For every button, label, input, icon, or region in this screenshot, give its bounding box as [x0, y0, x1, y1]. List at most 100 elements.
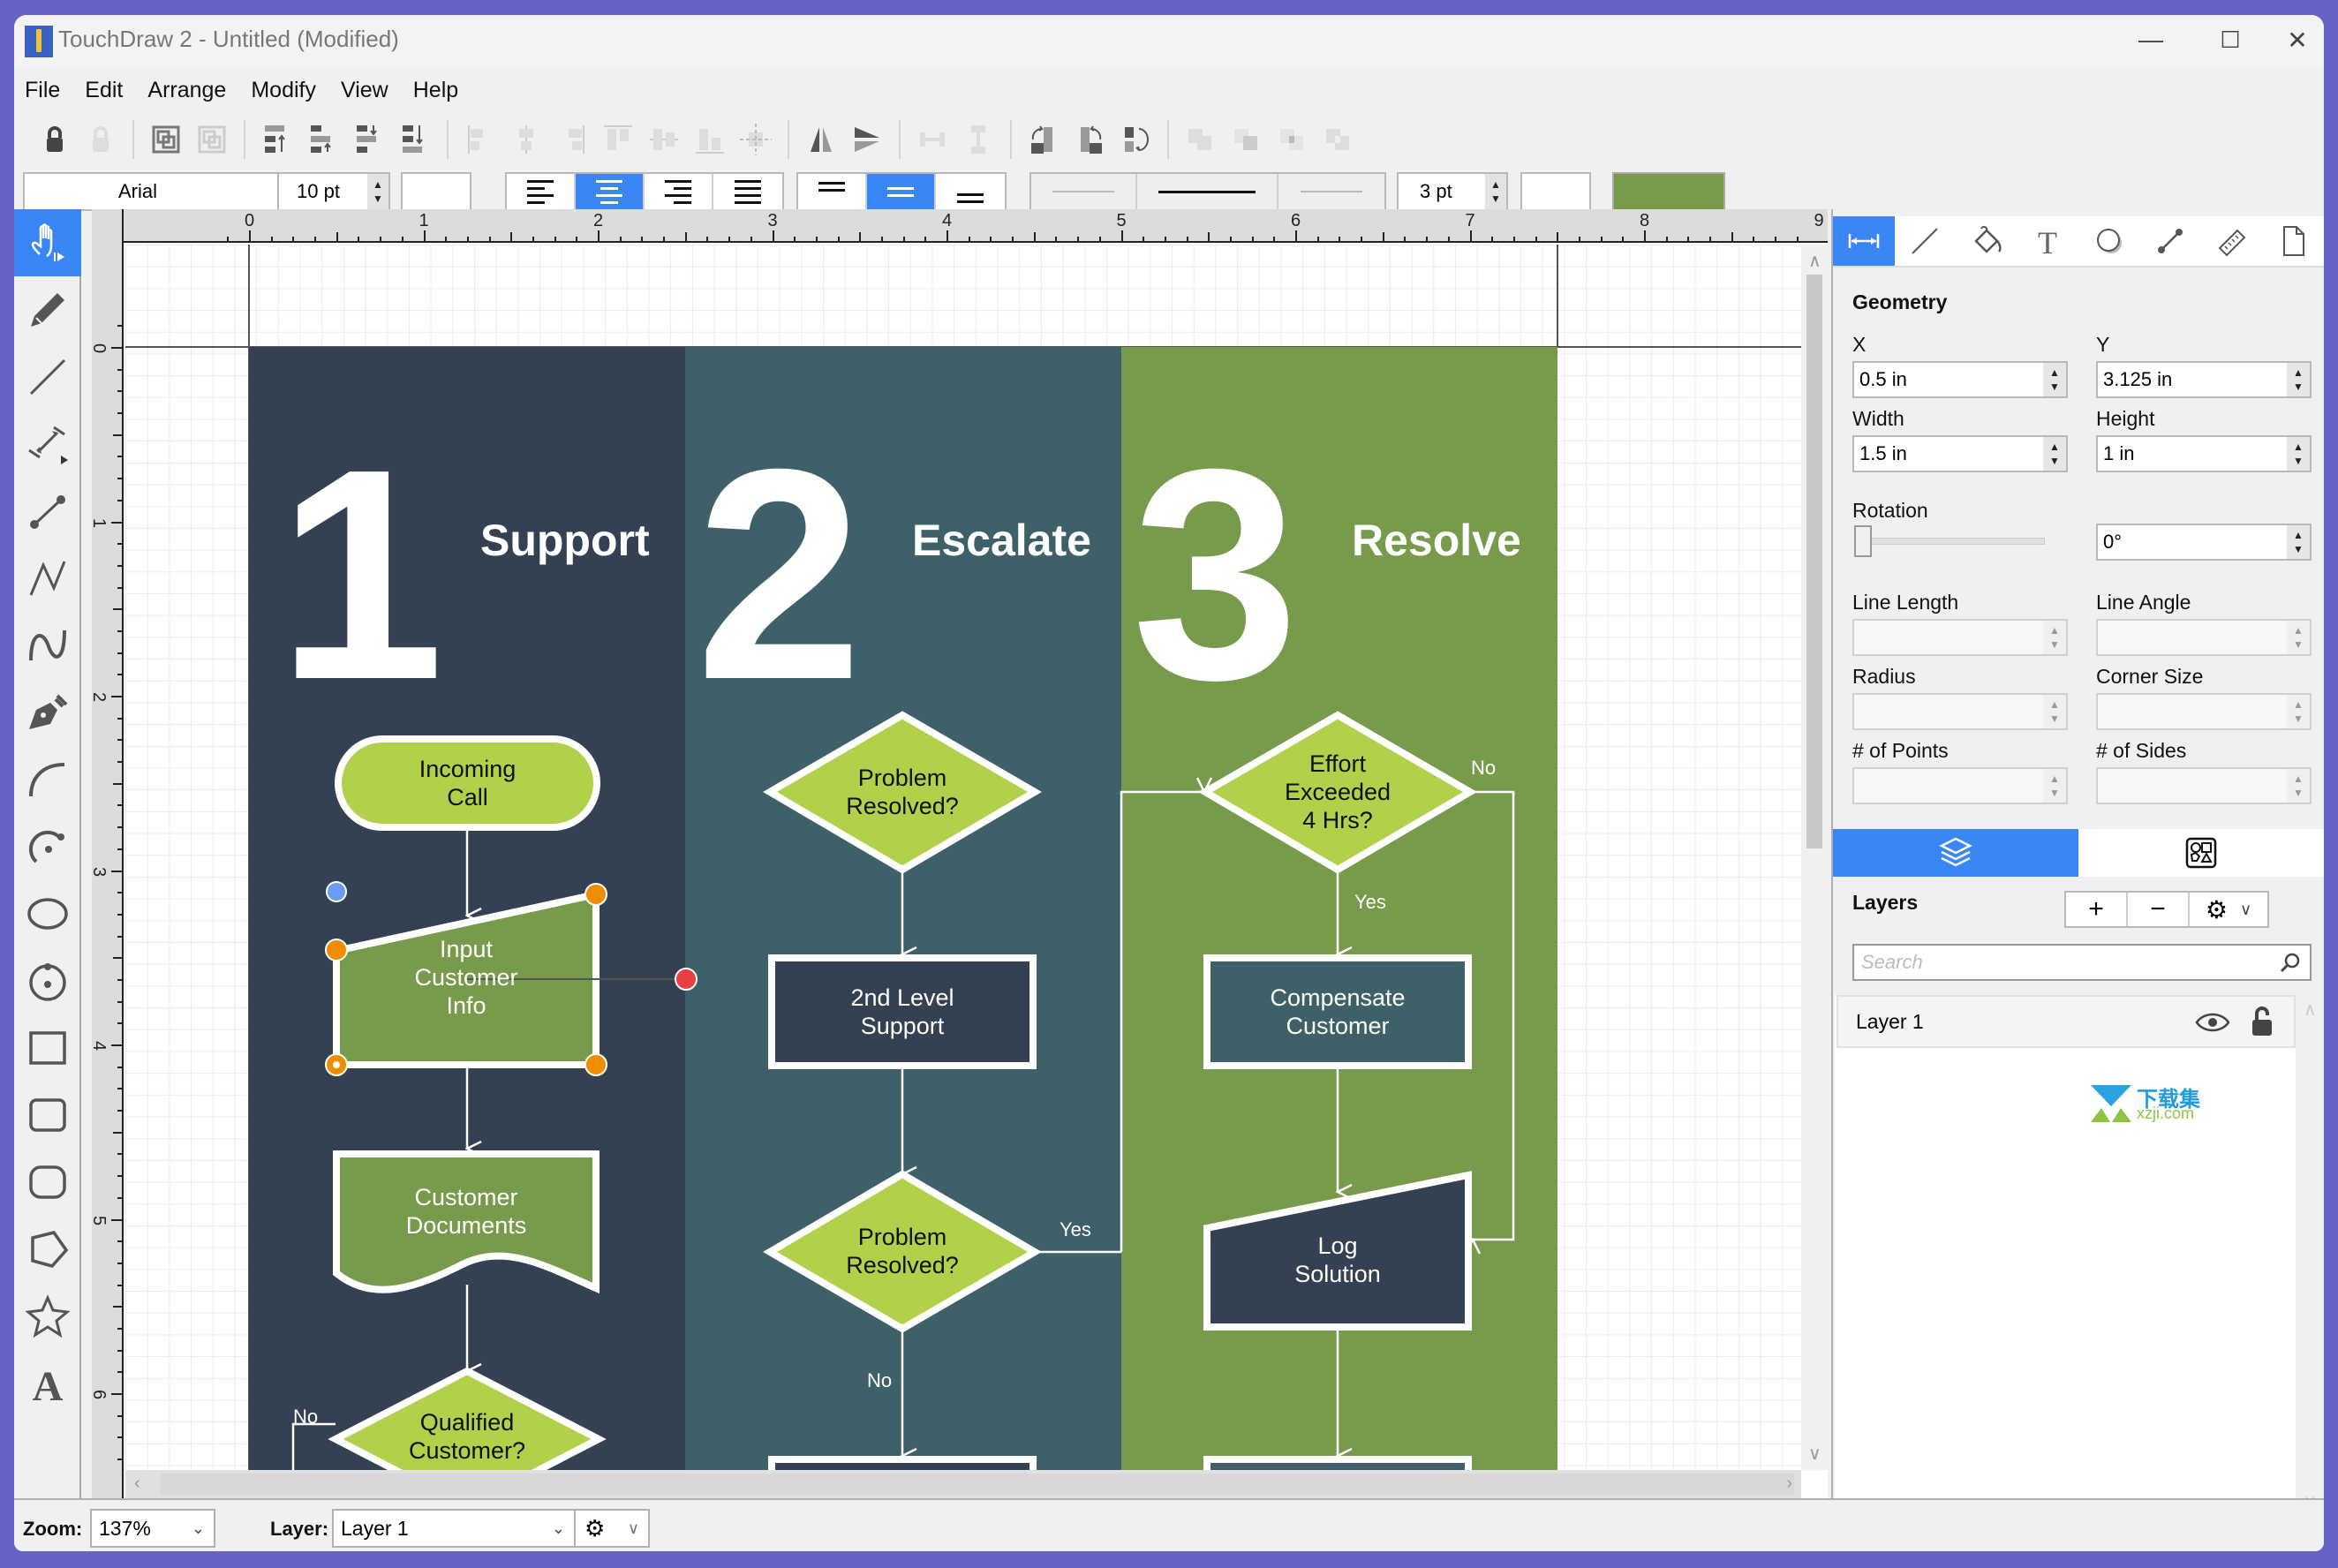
- tab-geometry[interactable]: [1833, 216, 1895, 266]
- status-layer-settings-button[interactable]: ⚙ ∨: [574, 1509, 650, 1548]
- ungroup-icon[interactable]: [194, 122, 230, 157]
- height-spinner[interactable]: ▲ ▼: [2287, 437, 2310, 471]
- line-angle-spinner[interactable]: ▲ ▼: [2287, 621, 2310, 654]
- vertical-scroll-thumb[interactable]: [1806, 275, 1822, 848]
- tab-document[interactable]: [2263, 216, 2325, 266]
- drawing-canvas[interactable]: 1 Support 2 Escalate 3 Resolve Incoming …: [92, 209, 1828, 1498]
- layer-settings-button[interactable]: ⚙ ∨: [2190, 893, 2267, 926]
- group-icon[interactable]: [148, 122, 184, 157]
- align-center-icon[interactable]: [509, 122, 544, 157]
- tool-select[interactable]: [14, 209, 81, 276]
- line-length-spinner[interactable]: ▲ ▼: [2043, 621, 2066, 654]
- menu-edit[interactable]: Edit: [85, 78, 123, 103]
- horizontal-scroll-thumb[interactable]: [161, 1474, 1794, 1495]
- tab-fill[interactable]: [1956, 216, 2017, 266]
- tab-connection[interactable]: [2140, 216, 2202, 266]
- tool-rectangle[interactable]: [14, 1014, 81, 1082]
- text-align-left-button[interactable]: [507, 174, 576, 209]
- horizontal-scrollbar[interactable]: ‹ ›: [125, 1470, 1801, 1498]
- rotate-right-icon[interactable]: [1026, 122, 1061, 157]
- y-field[interactable]: 3.125 in ▲ ▼: [2096, 361, 2312, 398]
- line-angle-field[interactable]: ▲ ▼: [2096, 619, 2312, 656]
- menu-arrange[interactable]: Arrange: [147, 78, 226, 103]
- menu-help[interactable]: Help: [413, 78, 458, 103]
- y-spinner[interactable]: ▲ ▼: [2287, 363, 2310, 396]
- sides-spinner[interactable]: ▲ ▼: [2287, 769, 2310, 803]
- minimize-button[interactable]: —: [2116, 20, 2186, 59]
- exclude-icon[interactable]: [1321, 122, 1356, 157]
- radius-field[interactable]: ▲ ▼: [1852, 693, 2068, 730]
- radius-spinner[interactable]: ▲ ▼: [2043, 695, 2066, 728]
- line-style-light-button[interactable]: [1278, 174, 1384, 209]
- text-color-well[interactable]: [401, 172, 471, 211]
- tool-arc-center[interactable]: [14, 813, 81, 880]
- rotation-spinner[interactable]: ▲ ▼: [2287, 525, 2310, 559]
- send-to-back-icon[interactable]: [397, 122, 433, 157]
- tool-rounded-rectangle-large[interactable]: [14, 1149, 81, 1216]
- unlock-icon[interactable]: [83, 122, 118, 157]
- corner-size-field[interactable]: ▲ ▼: [2096, 693, 2312, 730]
- resize-handle-top-right[interactable]: [584, 883, 607, 906]
- tab-stroke[interactable]: [1895, 216, 1957, 266]
- tool-line[interactable]: [14, 343, 81, 411]
- align-left-icon[interactable]: [463, 122, 498, 157]
- stroke-width-spinner[interactable]: ▲ ▼: [1485, 174, 1506, 209]
- menu-modify[interactable]: Modify: [251, 78, 316, 103]
- unlocked-padlock-icon[interactable]: [2250, 1004, 2274, 1039]
- flip-vertical-icon[interactable]: [849, 122, 885, 157]
- line-style-thin-button[interactable]: [1031, 174, 1137, 209]
- stroke-color-well[interactable]: [1520, 172, 1591, 211]
- text-justify-button[interactable]: [713, 174, 782, 209]
- align-middle-icon[interactable]: [646, 122, 682, 157]
- align-center-both-icon[interactable]: [738, 122, 773, 157]
- tab-shadow[interactable]: [2078, 216, 2140, 266]
- remove-layer-button[interactable]: −: [2128, 893, 2190, 926]
- tool-pencil[interactable]: [14, 276, 81, 343]
- x-spinner[interactable]: ▲ ▼: [2043, 363, 2066, 396]
- line-style-solid-button[interactable]: [1137, 174, 1278, 209]
- rotation-slider-thumb[interactable]: [1854, 525, 1872, 557]
- distribute-vertical-icon[interactable]: [961, 122, 996, 157]
- layer-search-input[interactable]: Search: [1852, 944, 2312, 981]
- bring-forward-icon[interactable]: [305, 122, 341, 157]
- intersect-icon[interactable]: [1275, 122, 1310, 157]
- scroll-left-icon[interactable]: ‹: [134, 1474, 140, 1494]
- layer-item[interactable]: Layer 1: [1836, 995, 2296, 1048]
- subtract-icon[interactable]: [1229, 122, 1264, 157]
- tool-polyline[interactable]: [14, 545, 81, 612]
- tool-rounded-rectangle[interactable]: [14, 1082, 81, 1149]
- font-size-stepper[interactable]: 10 pt ▲ ▼: [277, 172, 390, 211]
- send-backward-icon[interactable]: [351, 122, 387, 157]
- union-icon[interactable]: [1183, 122, 1218, 157]
- corner-size-spinner[interactable]: ▲ ▼: [2287, 695, 2310, 728]
- scroll-down-icon[interactable]: ∨: [1808, 1443, 1821, 1465]
- tool-star[interactable]: [14, 1283, 81, 1350]
- font-family-select[interactable]: Arial: [23, 172, 279, 211]
- bring-to-front-icon[interactable]: [260, 122, 295, 157]
- fill-color-well[interactable]: [1612, 172, 1725, 211]
- tab-shapes[interactable]: [2078, 829, 2324, 877]
- align-bottom-icon[interactable]: [692, 122, 728, 157]
- align-right-icon[interactable]: [554, 122, 590, 157]
- tool-ellipse[interactable]: [14, 880, 81, 947]
- vertical-align-middle-button[interactable]: [867, 174, 936, 209]
- text-align-right-button[interactable]: [645, 174, 713, 209]
- width-field[interactable]: 1.5 in ▲ ▼: [1852, 435, 2068, 472]
- sides-field[interactable]: ▲ ▼: [2096, 767, 2312, 804]
- menu-file[interactable]: File: [25, 78, 60, 103]
- scroll-up-icon[interactable]: ∧: [1808, 250, 1821, 272]
- text-align-center-button[interactable]: [576, 174, 645, 209]
- font-size-spinner[interactable]: ▲ ▼: [367, 174, 388, 209]
- layer-select[interactable]: Layer 1 ⌄: [332, 1509, 576, 1548]
- menu-view[interactable]: View: [341, 78, 388, 103]
- lock-icon[interactable]: [37, 122, 72, 157]
- rotation-slider-track[interactable]: [1859, 538, 2045, 545]
- maximize-button[interactable]: ☐: [2195, 20, 2266, 59]
- points-field[interactable]: ▲ ▼: [1852, 767, 2068, 804]
- rotation-handle[interactable]: [326, 881, 347, 902]
- tool-arc[interactable]: [14, 746, 81, 813]
- tool-pen[interactable]: [14, 679, 81, 746]
- x-field[interactable]: 0.5 in ▲ ▼: [1852, 361, 2068, 398]
- vertical-align-top-button[interactable]: [798, 174, 867, 209]
- rotation-field[interactable]: 0° ▲ ▼: [2096, 524, 2312, 561]
